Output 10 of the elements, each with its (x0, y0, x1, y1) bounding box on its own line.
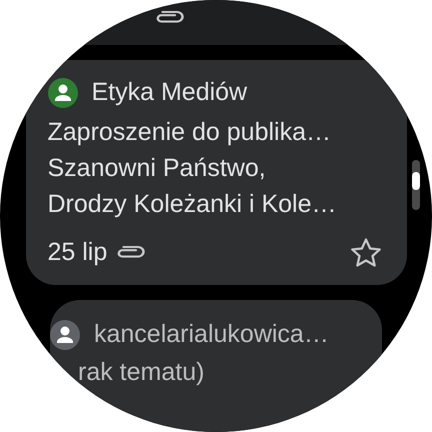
email-preview: Drodzy Koleżanki i Kole… (48, 188, 338, 220)
scroll-indicator (412, 160, 420, 210)
email-subject: Zaproszenie do publika… (48, 116, 332, 148)
sender-name: Etyka Mediów (92, 78, 248, 108)
email-preview: Szanowni Państwo, (48, 152, 267, 184)
email-card[interactable]: Etyka Mediów Zaproszenie do publika… Szanowni Państwo, Drodzy Koleżanki i Kole… 25 lip (26, 60, 406, 285)
sender-name: kancelarialukowica… (94, 320, 329, 350)
email-subject: rak tematu) (78, 356, 204, 388)
email-card[interactable]: kancelarialukowica… rak tematu) (50, 300, 382, 432)
email-date: 25 lip (48, 238, 108, 268)
